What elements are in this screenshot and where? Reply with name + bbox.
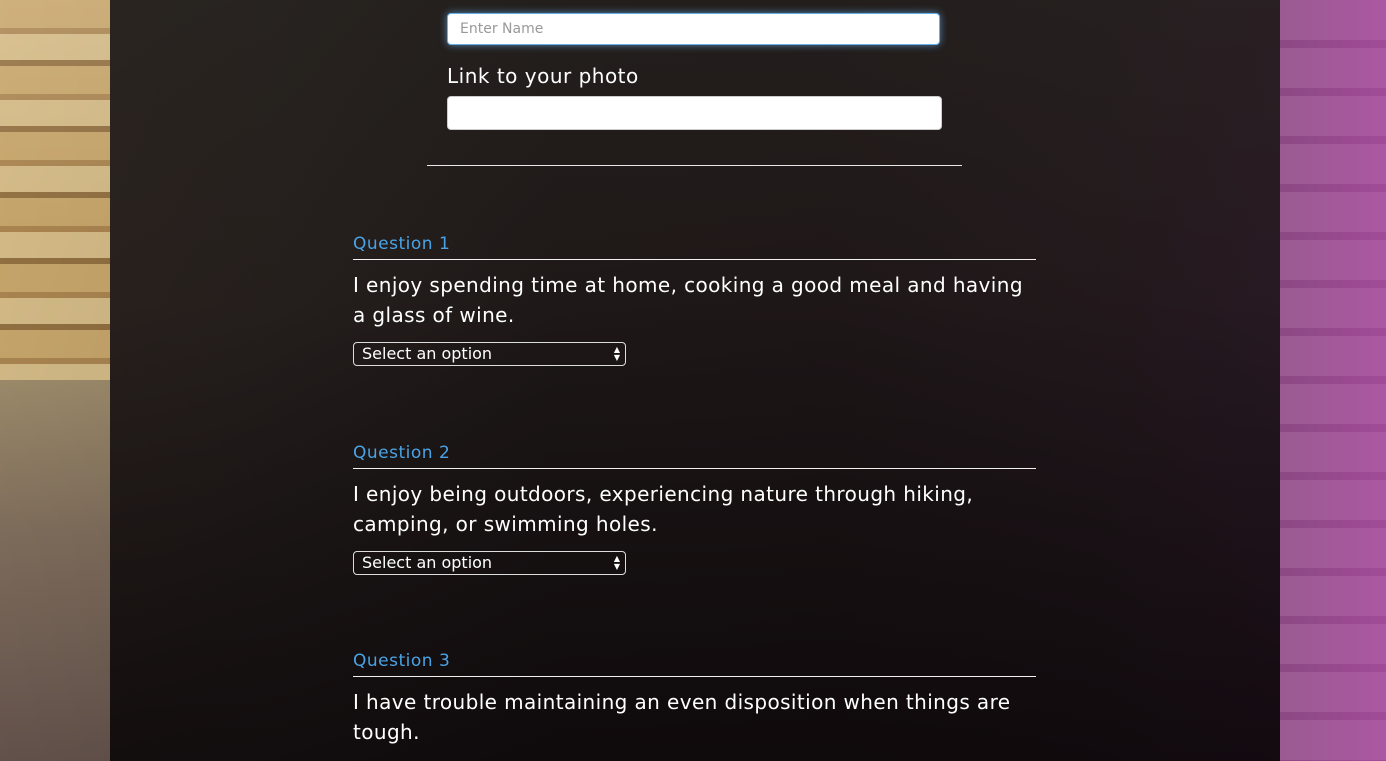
up-down-arrows-icon: ▲ ▼ — [613, 554, 621, 571]
answer-select-value: Select an option — [362, 553, 493, 572]
question-title: Question 3 — [353, 651, 451, 671]
question-text: I enjoy spending time at home, cooking a… — [353, 273, 1023, 327]
question-block-1: Question 1 I enjoy spending time at home… — [353, 233, 1036, 366]
background-photo-left — [0, 0, 110, 761]
answer-select[interactable]: Select an option ▲ ▼ — [353, 342, 626, 366]
question-title: Question 1 — [353, 234, 451, 254]
photo-link-label: Link to your photo — [447, 64, 639, 88]
question-divider — [353, 468, 1036, 469]
question-text: I have trouble maintaining an even dispo… — [353, 690, 1011, 744]
name-input[interactable] — [447, 13, 940, 45]
up-down-arrows-icon: ▲ ▼ — [613, 345, 621, 362]
answer-select-value: Select an option — [362, 344, 493, 363]
photo-link-input[interactable] — [447, 96, 942, 130]
background-photo-right — [1280, 0, 1386, 761]
question-text: I enjoy being outdoors, experiencing nat… — [353, 482, 974, 536]
section-divider — [427, 165, 962, 166]
answer-select[interactable]: Select an option ▲ ▼ — [353, 551, 626, 575]
question-divider — [353, 259, 1036, 260]
question-block-3: Question 3 I have trouble maintaining an… — [353, 650, 1036, 747]
question-title: Question 2 — [353, 443, 451, 463]
question-divider — [353, 676, 1036, 677]
question-block-2: Question 2 I enjoy being outdoors, exper… — [353, 442, 1036, 575]
